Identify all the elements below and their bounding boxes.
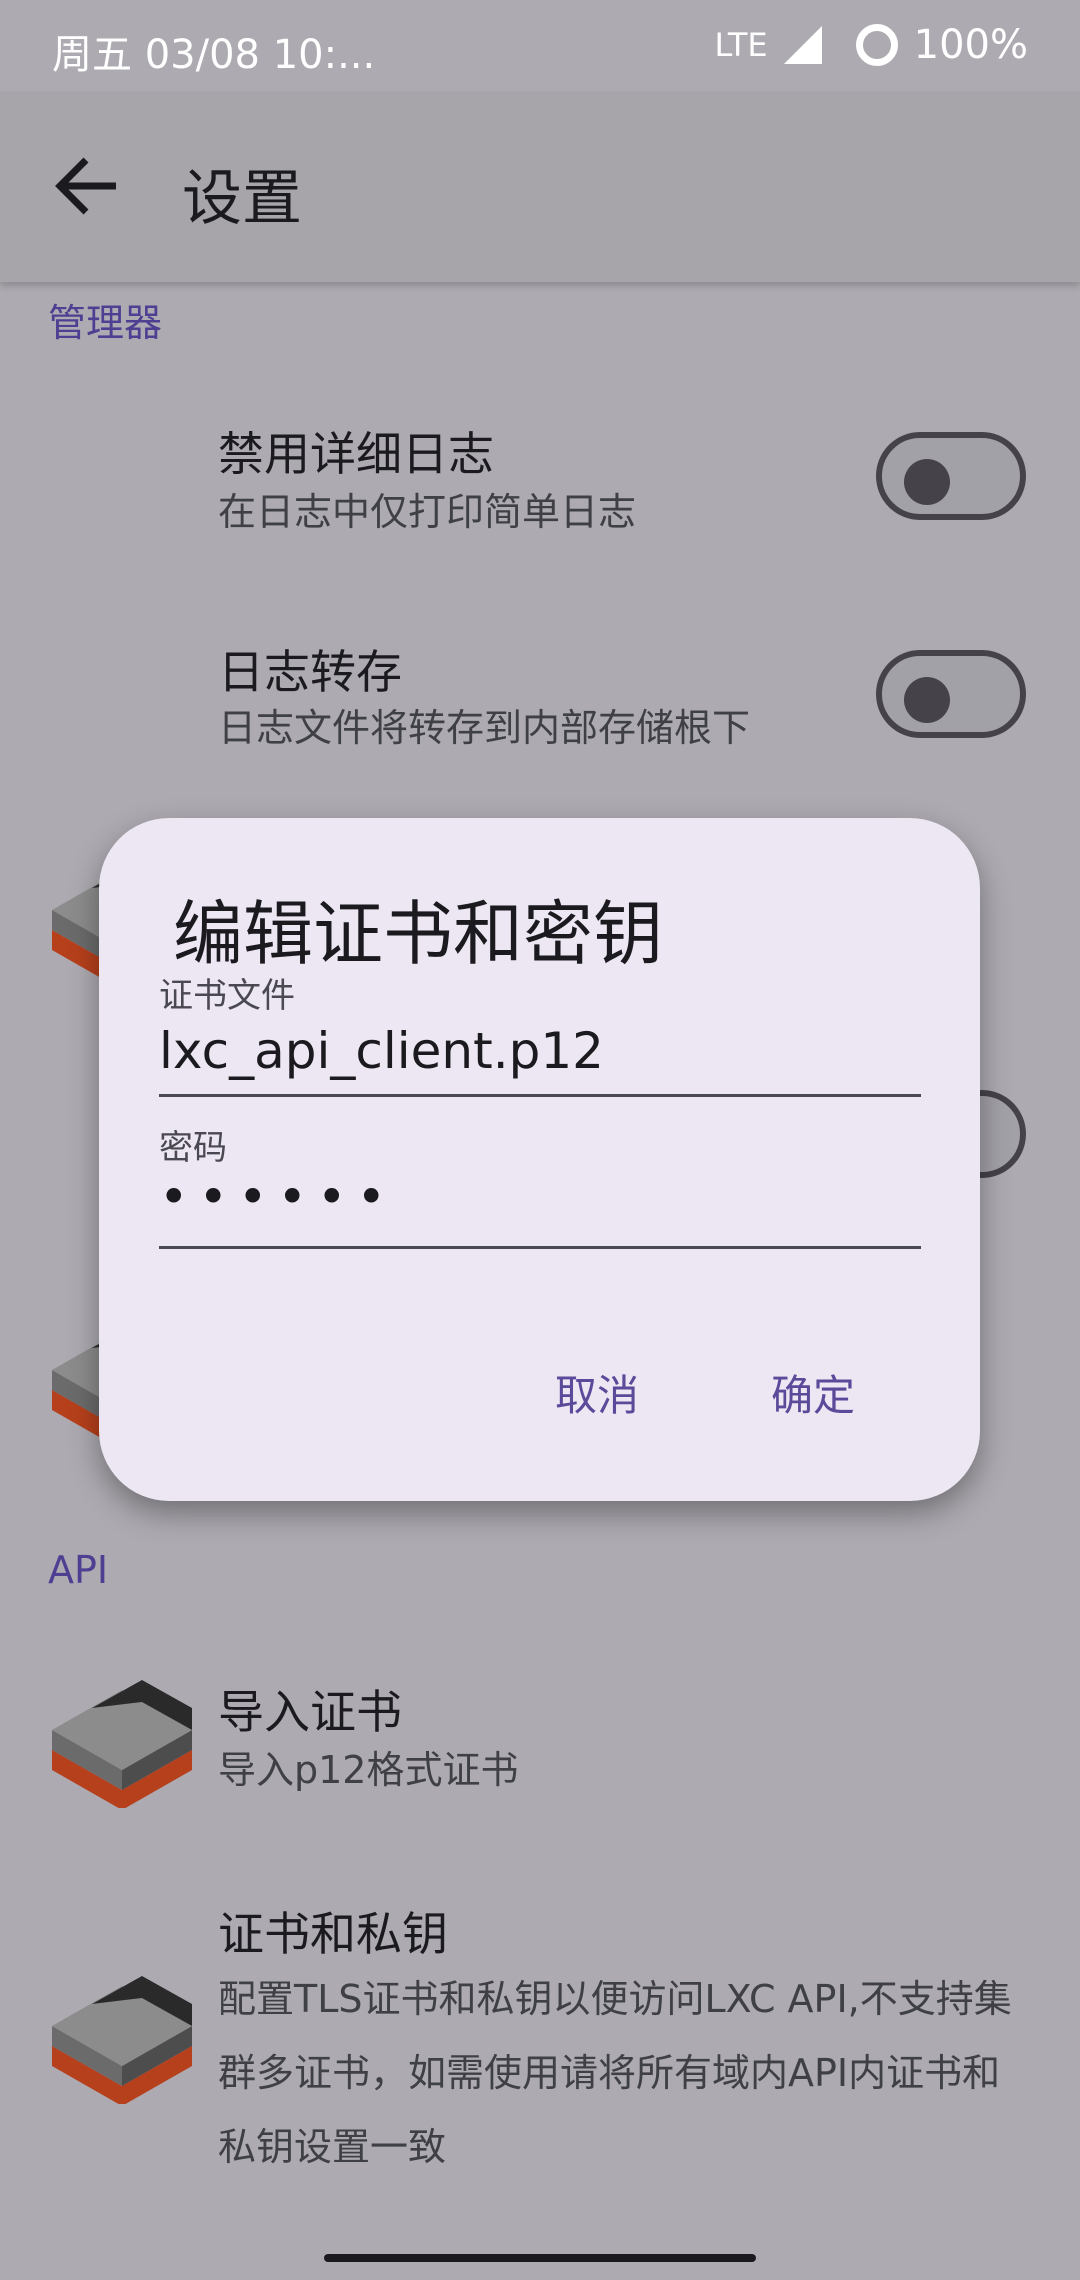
setting-subtitle: 日志文件将转存到内部存储根下 — [218, 706, 751, 750]
password-input[interactable]: •••••• — [159, 1168, 396, 1226]
status-time: 周五 03/08 10:... — [52, 32, 376, 78]
section-title-api: API — [48, 1548, 109, 1592]
section-title-manager: 管理器 — [48, 301, 163, 345]
battery-level: 100% — [913, 22, 1028, 68]
confirm-button[interactable]: 确定 — [771, 1362, 855, 1423]
verbose-log-switch[interactable] — [876, 432, 1026, 520]
signal-icon — [783, 26, 822, 64]
cancel-button[interactable]: 取消 — [555, 1362, 639, 1423]
setting-title: 证书和私钥 — [218, 1907, 448, 1961]
setting-title: 导入证书 — [218, 1685, 402, 1739]
setting-title: 禁用详细日志 — [218, 427, 494, 481]
back-arrow-icon[interactable] — [52, 154, 122, 218]
setting-title: 日志转存 — [218, 645, 402, 699]
cert-file-input[interactable]: lxc_api_client.p12 — [159, 1022, 604, 1080]
cert-file-label: 证书文件 — [159, 976, 295, 1016]
status-bar: 周五 03/08 10:... LTE 100% — [0, 0, 1080, 92]
password-label: 密码 — [159, 1128, 227, 1168]
dialog-title: 编辑证书和密钥 — [173, 893, 663, 975]
setting-subtitle: 配置TLS证书和私钥以便访问LXC API,不支持集群多证书，如需使用请将所有域… — [218, 1977, 1012, 2169]
setting-subtitle: 在日志中仅打印简单日志 — [218, 490, 637, 534]
network-type: LTE — [714, 26, 768, 64]
password-underline — [159, 1246, 921, 1249]
app-bar: 设置 — [0, 92, 1080, 282]
log-dump-switch[interactable] — [876, 650, 1026, 738]
status-icons: LTE 100% — [714, 22, 1028, 68]
page-title: 设置 — [182, 164, 302, 234]
switch-knob — [904, 459, 950, 505]
gesture-navigation-bar[interactable] — [324, 2254, 756, 2262]
edit-cert-dialog: 编辑证书和密钥 证书文件 lxc_api_client.p12 密码 •••••… — [99, 818, 980, 1501]
lxc-logo-icon — [52, 1976, 192, 2104]
cert-file-underline — [159, 1094, 921, 1097]
switch-knob — [904, 677, 950, 723]
lxc-logo-icon — [52, 1680, 192, 1808]
battery-saver-icon — [855, 24, 898, 66]
setting-subtitle: 导入p12格式证书 — [218, 1748, 519, 1792]
